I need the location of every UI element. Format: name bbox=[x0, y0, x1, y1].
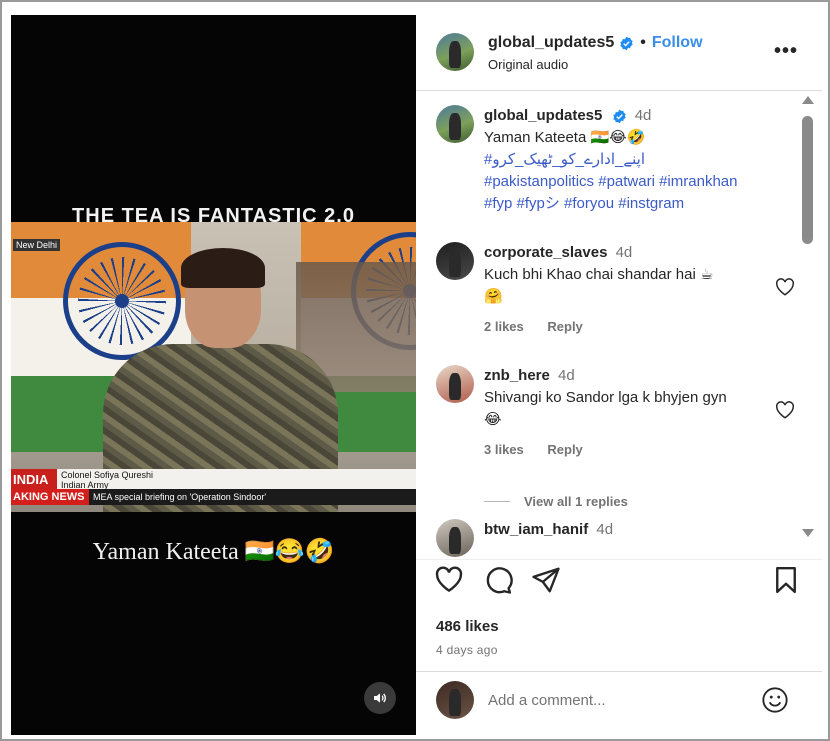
caption-author-username[interactable]: global_updates5 bbox=[484, 107, 602, 124]
share-paper-plane-icon[interactable] bbox=[531, 565, 561, 595]
add-comment-bar bbox=[416, 671, 822, 735]
comment-time: 4d bbox=[596, 521, 614, 538]
comment-bubble-icon[interactable] bbox=[483, 565, 513, 595]
emoji-picker-icon[interactable] bbox=[761, 686, 789, 714]
like-heart-icon[interactable] bbox=[434, 565, 464, 595]
scroll-up-arrow-icon[interactable] bbox=[802, 96, 814, 104]
more-options-button[interactable]: ••• bbox=[774, 40, 798, 63]
post-details-panel: global_updates5 • Follow Original audio … bbox=[416, 15, 822, 735]
commenter-avatar[interactable] bbox=[436, 365, 474, 403]
speaker-icon bbox=[374, 693, 386, 703]
scroll-down-arrow-icon[interactable] bbox=[802, 529, 814, 537]
caption-text: Yaman Kateeta 🇮🇳😂🤣 bbox=[484, 129, 646, 146]
hashtag-urdu[interactable]: #اپنے_ادارے_کو_ٹھیک_کرو bbox=[484, 149, 774, 171]
video-caption: Yaman Kateeta 🇮🇳😂🤣 bbox=[92, 539, 335, 565]
reply-button[interactable]: Reply bbox=[547, 319, 582, 334]
reply-button[interactable]: Reply bbox=[547, 442, 582, 457]
city-tag: New Delhi bbox=[13, 239, 61, 251]
lower-third-name: Colonel Sofiya Qureshi Indian Army bbox=[57, 469, 416, 490]
news-ticker: MEA special briefing on 'Operation Sindo… bbox=[93, 492, 267, 502]
like-comment-heart-icon[interactable] bbox=[775, 401, 795, 419]
comment-text: Kuch bhi Khao chai shandar hai ☕ 🤗 bbox=[484, 266, 714, 305]
hashtags-line-3[interactable]: #fyp #fypシ #foryou #instgram bbox=[484, 193, 774, 215]
breaking-news-label: AKING NEWS bbox=[11, 489, 89, 505]
verified-badge-icon bbox=[620, 36, 633, 50]
post-header: global_updates5 • Follow Original audio … bbox=[416, 15, 822, 91]
scrollbar-thumb[interactable] bbox=[802, 116, 813, 244]
comments-scroll-area[interactable]: global_updates5 4d Yaman Kateeta 🇮🇳😂🤣 #ا… bbox=[416, 92, 822, 559]
comment-text: Shivangi ko Sandor lga k bhyjen gyn😂 bbox=[484, 389, 727, 428]
video-frame: New Delhi INDIA Colonel Sofiya Qureshi I… bbox=[11, 222, 416, 512]
comment-time: 4d bbox=[615, 244, 633, 261]
verified-badge-icon bbox=[612, 109, 626, 123]
comments-scrollbar[interactable] bbox=[800, 92, 814, 559]
like-comment-heart-icon[interactable] bbox=[775, 278, 795, 296]
post-modal: THE TEA IS FANTASTIC 2.0 New Delhi INDIA… bbox=[0, 0, 830, 741]
follow-button[interactable]: Follow bbox=[652, 34, 703, 52]
view-replies-button[interactable]: View all 1 replies bbox=[484, 494, 628, 509]
comment-likes[interactable]: 2 likes bbox=[484, 319, 524, 334]
author-username[interactable]: global_updates5 bbox=[488, 34, 614, 52]
lower-third-region: INDIA bbox=[11, 469, 57, 489]
hashtags-line-2[interactable]: #pakistanpolitics #patwari #imrankhan bbox=[484, 171, 774, 193]
comment-time: 4d bbox=[558, 367, 575, 384]
commenter-avatar[interactable] bbox=[436, 242, 474, 280]
comment-likes[interactable]: 3 likes bbox=[484, 442, 524, 457]
save-bookmark-icon[interactable] bbox=[771, 565, 801, 595]
commenter-username[interactable]: corporate_slaves bbox=[484, 244, 607, 261]
commenter-username[interactable]: btw_iam_hanif bbox=[484, 521, 588, 538]
caption-author-avatar[interactable] bbox=[436, 105, 474, 143]
replies-divider bbox=[484, 501, 510, 502]
commenter-username[interactable]: znb_here bbox=[484, 367, 550, 384]
likes-count[interactable]: 486 likes bbox=[436, 618, 499, 635]
post-actions: 486 likes 4 days ago bbox=[416, 559, 822, 679]
sound-toggle-button[interactable] bbox=[364, 682, 396, 714]
add-comment-input[interactable] bbox=[488, 689, 748, 711]
author-avatar[interactable] bbox=[436, 33, 474, 71]
caption-time: 4d bbox=[634, 107, 652, 124]
audio-label[interactable]: Original audio bbox=[488, 57, 568, 72]
reel-video[interactable]: THE TEA IS FANTASTIC 2.0 New Delhi INDIA… bbox=[11, 15, 416, 735]
post-timestamp: 4 days ago bbox=[436, 643, 498, 657]
commenter-avatar[interactable] bbox=[436, 519, 474, 557]
news-lower-third: INDIA Colonel Sofiya Qureshi Indian Army… bbox=[11, 469, 416, 507]
header-separator: • bbox=[640, 34, 646, 51]
current-user-avatar bbox=[436, 681, 474, 719]
